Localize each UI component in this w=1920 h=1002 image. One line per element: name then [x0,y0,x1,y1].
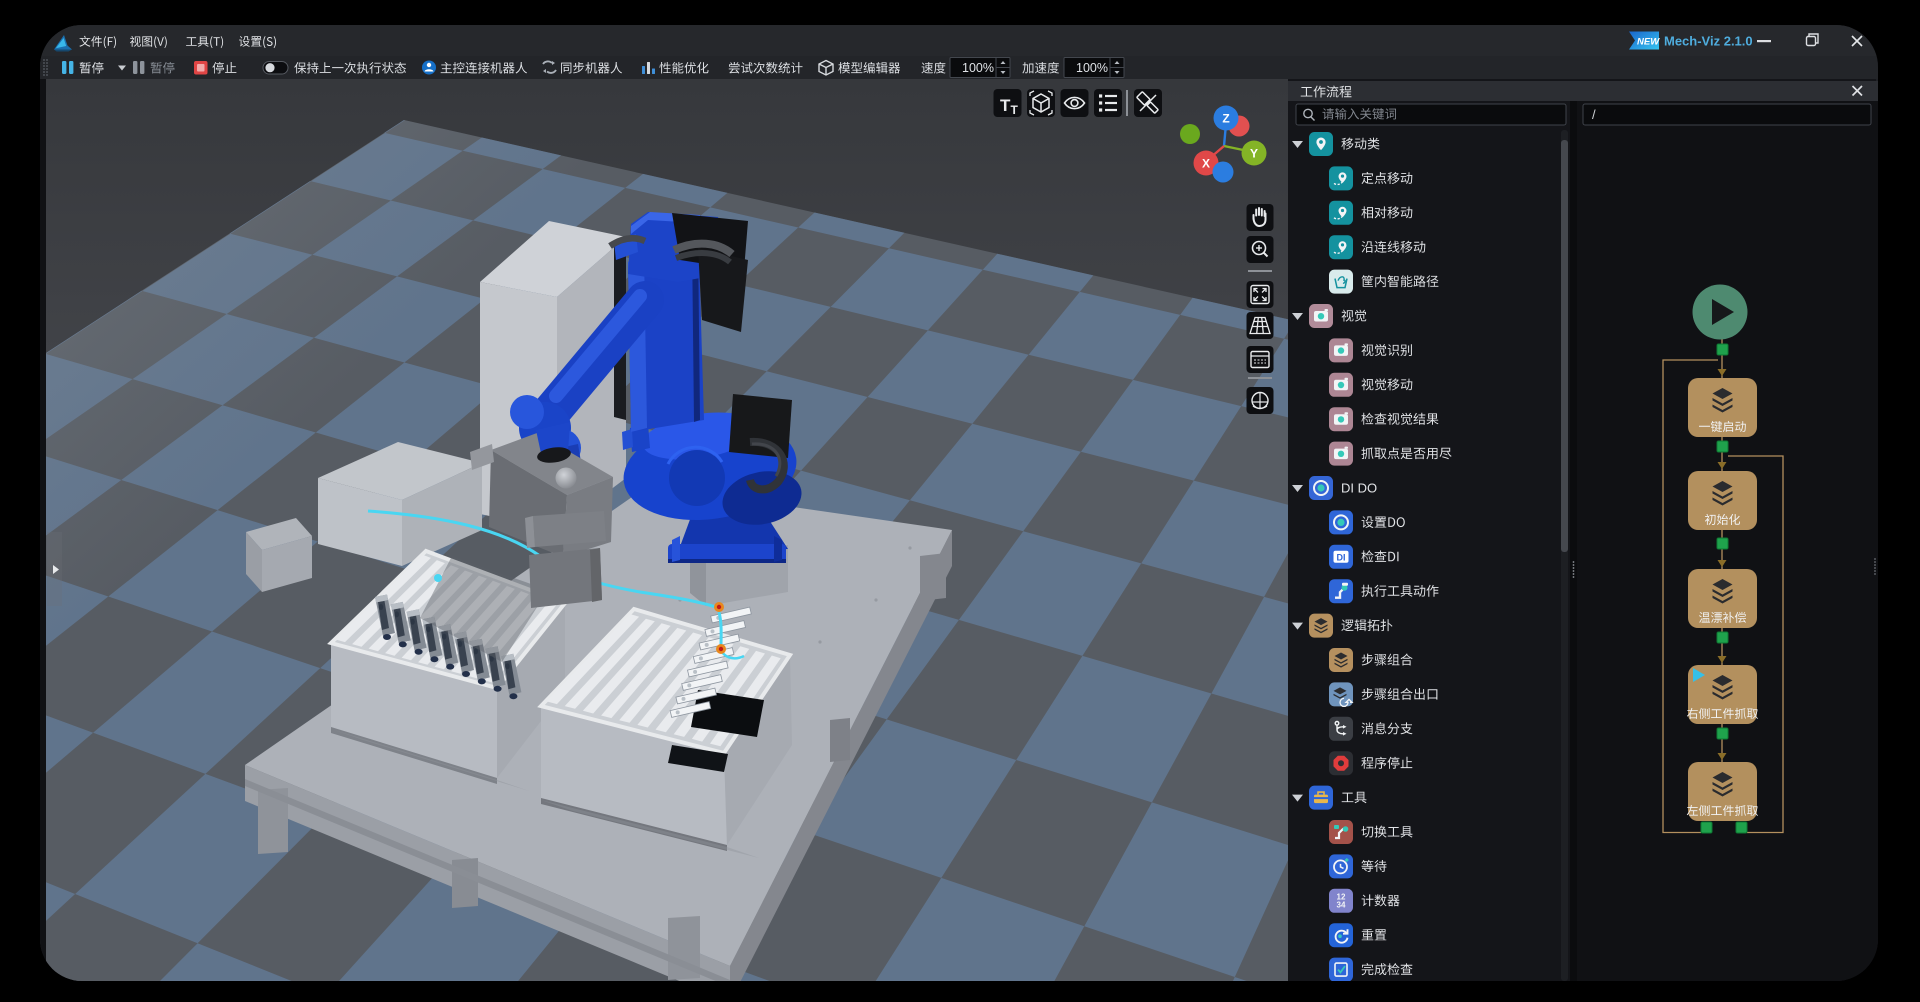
svg-text:T: T [1011,103,1019,117]
svg-text:100%: 100% [1076,61,1108,75]
svg-text:34: 34 [1337,900,1346,909]
svg-text:Y: Y [1250,147,1258,161]
svg-text:/: / [1592,107,1596,122]
svg-text:DI: DI [1337,552,1346,562]
svg-text:X: X [1202,157,1210,171]
svg-text:100%: 100% [962,61,994,75]
svg-text:NEW: NEW [1637,37,1660,48]
svg-text:Z: Z [1222,112,1229,126]
svg-text:Mech-Viz 2.1.0: Mech-Viz 2.1.0 [1664,34,1753,49]
svg-text:DI DO: DI DO [1341,481,1377,496]
svg-text:T: T [1000,96,1011,115]
